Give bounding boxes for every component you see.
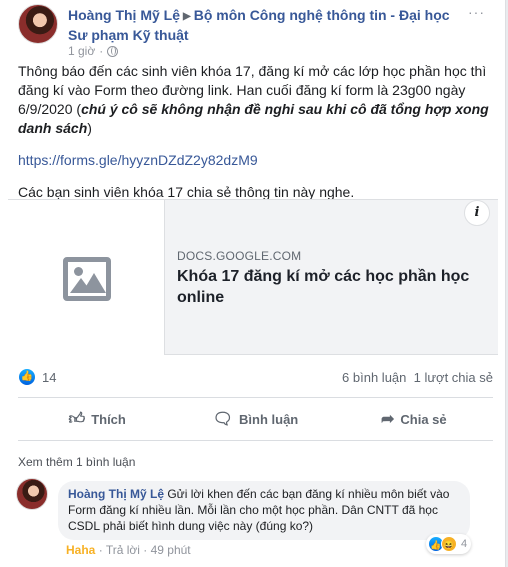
- comment-time[interactable]: 49 phút: [151, 543, 191, 557]
- globe-icon: [107, 45, 119, 57]
- like-button[interactable]: 👍︎ Thích: [18, 398, 176, 440]
- image-placeholder-icon: [63, 257, 111, 301]
- commenter-avatar[interactable]: [16, 478, 48, 510]
- post-body: Thông báo đến các sinh viên khóa 17, đăn…: [18, 62, 494, 215]
- haha-reaction-icon: 😆: [441, 536, 457, 552]
- preview-domain: DOCS.GOOGLE.COM: [177, 249, 302, 263]
- arrow-right-icon: ▶: [183, 11, 191, 22]
- form-link[interactable]: https://forms.gle/hyyznDZdZ2y82dzM9: [18, 152, 258, 168]
- post-time[interactable]: 1 giờ: [68, 44, 95, 58]
- share-button[interactable]: ➦ Chia sẻ: [335, 398, 493, 440]
- info-icon[interactable]: i: [464, 200, 490, 226]
- more-options-icon[interactable]: ···: [468, 4, 485, 20]
- share-count[interactable]: 1 lượt chia sẻ: [414, 370, 493, 385]
- preview-image: [8, 200, 165, 355]
- see-more-comments[interactable]: Xem thêm 1 bình luận: [18, 455, 135, 469]
- author-avatar[interactable]: [18, 4, 58, 44]
- author-line: Hoàng Thị Mỹ Lệ ▶ Bộ môn Công nghệ thông t…: [68, 6, 458, 45]
- comment-meta: Haha · Trả lời · 49 phút: [66, 543, 191, 557]
- comment-share-counts: 6 bình luận 1 lượt chia sẻ: [342, 370, 493, 385]
- author-name[interactable]: Hoàng Thị Mỹ Lệ: [68, 7, 180, 23]
- like-reaction-icon: 👍: [18, 368, 36, 386]
- comment-reactions[interactable]: 👍 😆 4: [426, 534, 472, 554]
- haha-reaction-link[interactable]: Haha: [66, 543, 95, 557]
- thumbs-up-icon: 👍︎: [68, 410, 86, 428]
- post-card: Hoàng Thị Mỹ Lệ ▶ Bộ môn Công nghệ thông t…: [0, 0, 506, 567]
- action-bar: 👍︎ Thích 🗨︎ Bình luận ➦ Chia sẻ: [18, 397, 493, 441]
- comment-button[interactable]: 🗨︎ Bình luận: [176, 398, 334, 440]
- link-preview[interactable]: DOCS.GOOGLE.COM Khóa 17 đăng kí mở các h…: [8, 199, 498, 355]
- comment-count[interactable]: 6 bình luận: [342, 370, 406, 385]
- share-icon: ➦: [380, 411, 395, 428]
- comment-icon: 🗨︎: [212, 411, 234, 428]
- post-paragraph: Thông báo đến các sinh viên khóa 17, đăn…: [18, 63, 489, 136]
- preview-title[interactable]: Khóa 17 đăng kí mở các học phần học onli…: [177, 266, 487, 308]
- comment-reaction-count: 4: [461, 538, 468, 550]
- like-count[interactable]: 14: [42, 370, 56, 385]
- post-header: Hoàng Thị Mỹ Lệ ▶ Bộ môn Công nghệ thông t…: [18, 4, 485, 60]
- post-stats: 👍 14 6 bình luận 1 lượt chia sẻ: [18, 365, 493, 391]
- reply-link[interactable]: Trả lời: [106, 543, 140, 557]
- commenter-name[interactable]: Hoàng Thị Mỹ Lệ: [68, 487, 164, 501]
- post-meta: 1 giờ ·: [68, 44, 119, 58]
- comment-bubble: Hoàng Thị Mỹ Lệ Gửi lời khen đến các bạn…: [58, 481, 470, 540]
